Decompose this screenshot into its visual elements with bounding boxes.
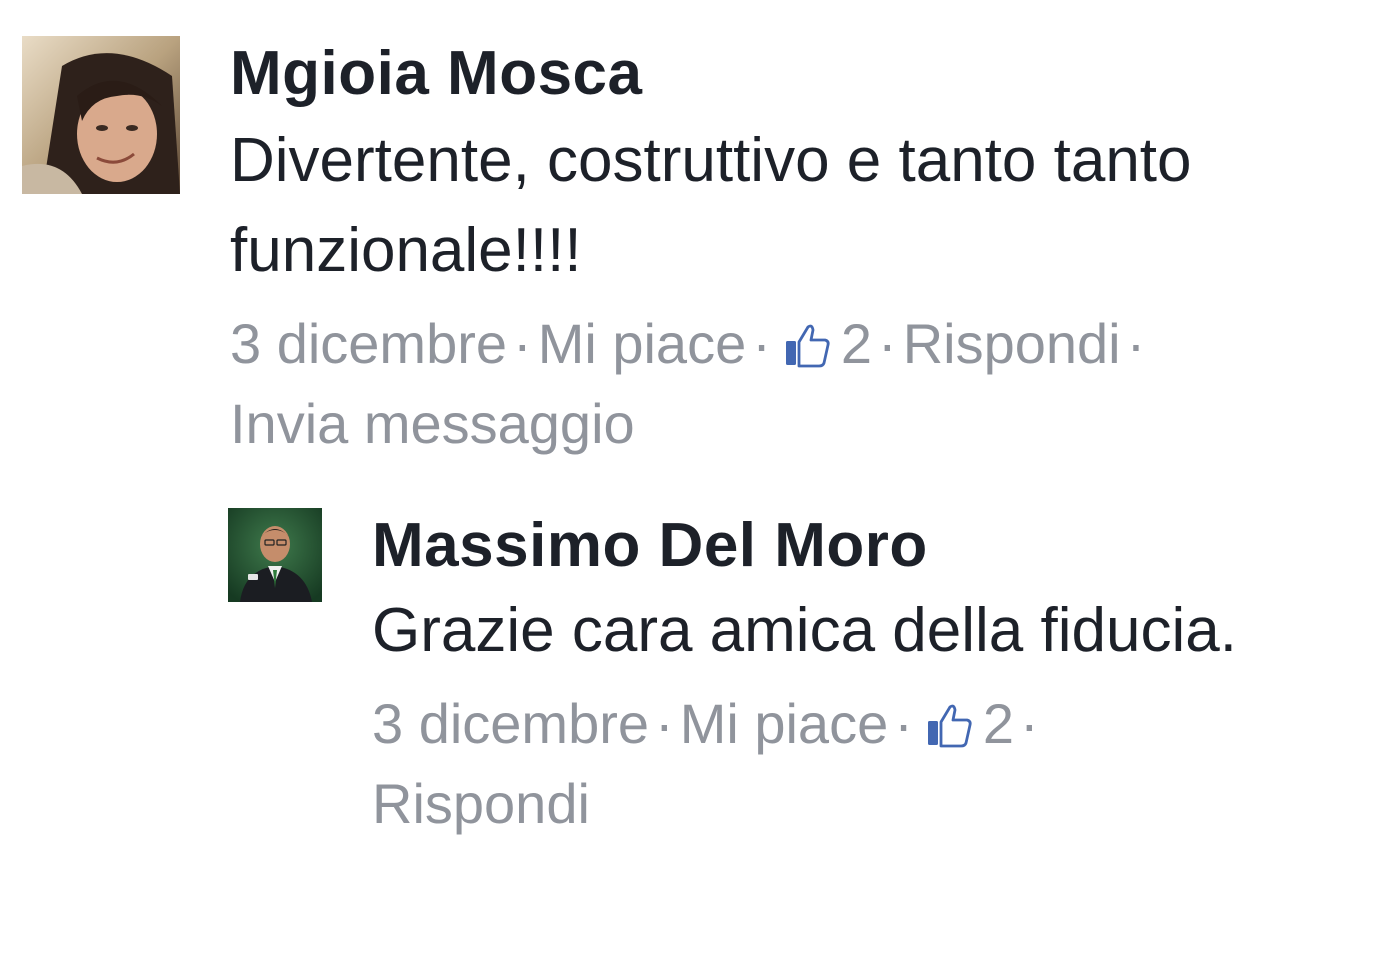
like-button[interactable]: Mi piace <box>538 312 747 375</box>
like-count[interactable]: 2 <box>841 312 872 375</box>
separator: · <box>894 692 913 755</box>
thumbs-up-icon[interactable] <box>783 321 831 369</box>
comment-body: Mgioia Mosca Divertente, costruttivo e t… <box>230 36 1350 464</box>
separator: · <box>1126 312 1146 375</box>
separator: · <box>1020 692 1039 755</box>
avatar[interactable] <box>22 36 180 194</box>
like-button[interactable]: Mi piace <box>680 692 889 755</box>
comment-text: Grazie cara amica della fiducia. <box>372 596 1237 665</box>
comment-meta: 3 dicembre · Mi piace · 2 · Rispondi · Invia mes… <box>230 304 1350 464</box>
reply-button[interactable]: Rispondi <box>372 772 590 835</box>
thumbs-up-icon[interactable] <box>925 701 973 749</box>
comment-date[interactable]: 3 dicembre <box>372 692 649 755</box>
reply-button[interactable]: Rispondi <box>903 312 1121 375</box>
like-count[interactable]: 2 <box>983 692 1014 755</box>
comment-meta: 3 dicembre · Mi piace · 2 · Rispondi <box>372 684 1352 844</box>
comment-text: Divertente, costruttivo e tanto tanto fu… <box>230 126 1192 285</box>
comment-body: Massimo Del Moro Grazie cara amica della… <box>372 508 1352 844</box>
send-message-button[interactable]: Invia messaggio <box>230 392 635 455</box>
avatar[interactable] <box>228 508 322 602</box>
separator: · <box>752 312 771 375</box>
comment-date[interactable]: 3 dicembre <box>230 312 507 375</box>
separator: · <box>655 692 674 755</box>
author-name[interactable]: Mgioia Mosca <box>230 36 1350 112</box>
author-name[interactable]: Massimo Del Moro <box>372 508 1352 584</box>
separator: · <box>513 312 532 375</box>
separator: · <box>878 312 897 375</box>
